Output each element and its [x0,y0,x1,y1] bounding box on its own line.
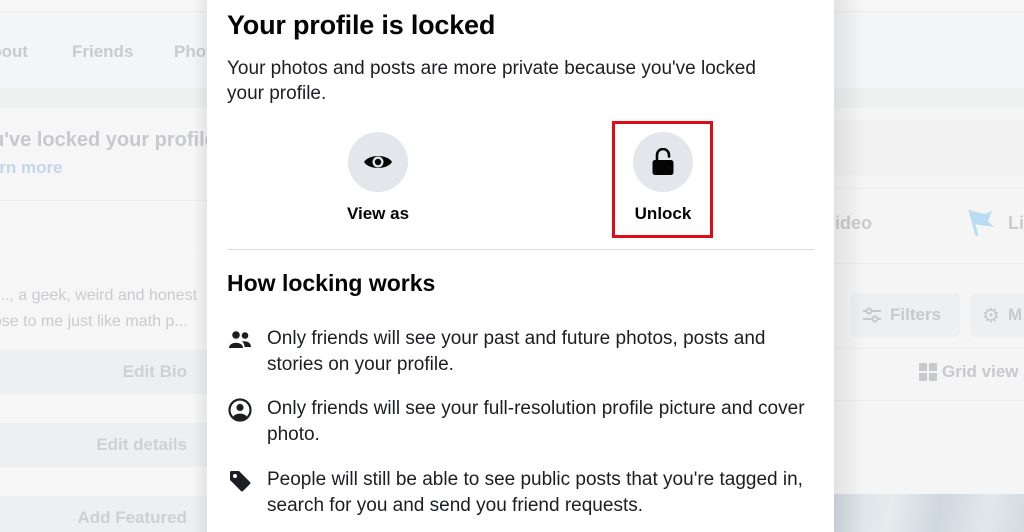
unlock-button[interactable]: Unlock [613,122,713,236]
edit-details-button[interactable]: Edit details [0,423,207,467]
grid-view-label: Grid view [942,362,1019,381]
tab-friends[interactable]: Friends [72,42,133,62]
view-as-label: View as [346,204,410,223]
bio-text-line: ..., a geek, weird and honest [0,287,198,304]
unlock-icon [652,148,674,175]
eye-icon [364,156,392,168]
dialog-subtitle: Your photos and posts are more private b… [227,58,756,104]
add-featured-label: Add Featured [77,508,187,527]
tag-icon [227,468,253,494]
locked-profile-notice: You've locked your profile [0,129,216,151]
friends-icon [227,327,253,353]
bio-text-line: ...close to me just like math p... [0,313,188,330]
band-left [0,88,207,108]
info-item-text: People will still be able to see public … [267,469,803,516]
filters-icon [863,307,881,323]
info-item-profile-picture: Only friends will see your full-resoluti… [227,396,807,448]
divider [227,249,814,250]
info-item-text: Only friends will see your past and futu… [267,328,766,375]
grid-view-tab[interactable]: Grid view [918,362,1019,382]
how-locking-works-heading: How locking works [227,270,436,296]
modal-shadow-right [834,0,864,532]
modal-shadow-left [193,0,207,532]
flag-icon [968,209,994,237]
info-item-tags: People will still be able to see public … [227,467,807,519]
separator [0,200,207,201]
info-item-friends: Only friends will see your past and futu… [227,326,807,378]
profile-locked-dialog: Your profile is locked Your photos and p… [207,0,834,532]
unlock-label: Unlock [634,204,692,223]
manage-label: M [1007,305,1023,324]
filters-label: Filters [890,305,942,324]
dialog-title: Your profile is locked [227,10,496,40]
view-as-button[interactable]: View as [328,122,428,236]
profile-tabs: About Friends Photos [0,12,232,88]
edit-details-label: Edit details [96,435,187,454]
edit-bio-label: Edit Bio [122,362,187,381]
gear-icon: ⚙ [982,304,1000,327]
add-featured-button[interactable]: Add Featured [0,496,207,532]
view-as-circle [348,132,408,192]
grid-icon [919,363,937,381]
profile-picture-icon [227,397,253,423]
filters-button[interactable]: Filters [850,293,960,337]
info-item-text: Only friends will see your full-resoluti… [267,398,805,445]
tab-about[interactable]: About [0,42,28,62]
manage-posts-button[interactable]: ⚙ M [970,293,1024,337]
learn-more-link[interactable]: Learn more [0,158,63,178]
edit-bio-button[interactable]: Edit Bio [0,350,207,394]
life-event-button[interactable]: Li [1008,213,1024,234]
unlock-circle [633,132,693,192]
